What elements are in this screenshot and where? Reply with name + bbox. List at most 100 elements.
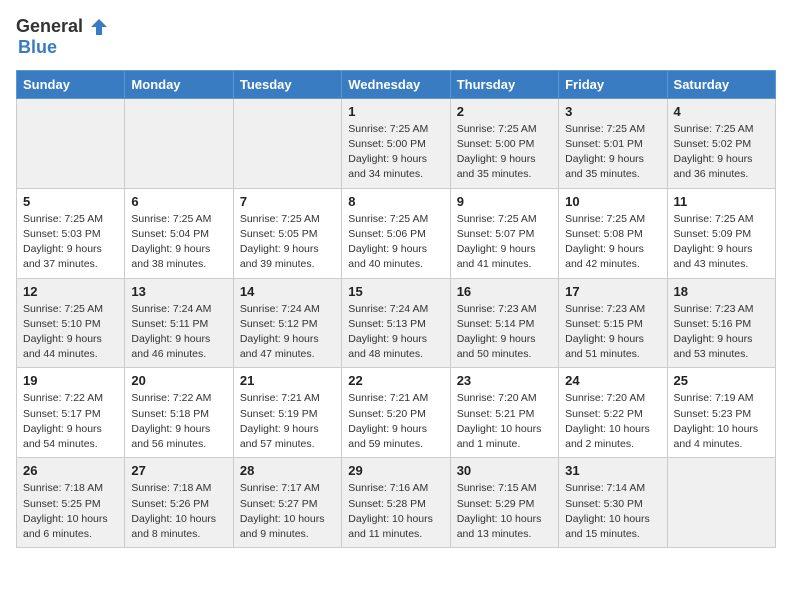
calendar-week-row: 1 Sunrise: 7:25 AM Sunset: 5:00 PM Daylig…: [17, 98, 776, 188]
day-number: 22: [348, 373, 443, 388]
day-info: Sunrise: 7:25 AM Sunset: 5:01 PM Dayligh…: [565, 122, 660, 183]
day-info: Sunrise: 7:18 AM Sunset: 5:26 PM Dayligh…: [131, 481, 226, 542]
day-info: Sunrise: 7:21 AM Sunset: 5:19 PM Dayligh…: [240, 391, 335, 452]
page-header: General Blue: [16, 16, 776, 58]
day-number: 5: [23, 194, 118, 209]
day-number: 10: [565, 194, 660, 209]
day-number: 12: [23, 284, 118, 299]
calendar-cell: 1 Sunrise: 7:25 AM Sunset: 5:00 PM Daylig…: [342, 98, 450, 188]
header-thursday: Thursday: [450, 70, 558, 98]
day-info: Sunrise: 7:24 AM Sunset: 5:11 PM Dayligh…: [131, 302, 226, 363]
day-info: Sunrise: 7:25 AM Sunset: 5:10 PM Dayligh…: [23, 302, 118, 363]
day-info: Sunrise: 7:23 AM Sunset: 5:14 PM Dayligh…: [457, 302, 552, 363]
calendar-cell: 17Sunrise: 7:23 AM Sunset: 5:15 PM Dayli…: [559, 278, 667, 368]
day-info: Sunrise: 7:20 AM Sunset: 5:21 PM Dayligh…: [457, 391, 552, 452]
calendar-cell: 21 Sunrise: 7:21 AM Sunset: 5:19 PM Dayli…: [233, 368, 341, 458]
logo-general: General: [16, 17, 83, 37]
day-number: 3: [565, 104, 660, 119]
day-info: Sunrise: 7:19 AM Sunset: 5:23 PM Dayligh…: [674, 391, 769, 452]
day-info: Sunrise: 7:23 AM Sunset: 5:16 PM Dayligh…: [674, 302, 769, 363]
calendar-week-row: 26Sunrise: 7:18 AM Sunset: 5:25 PM Dayli…: [17, 458, 776, 548]
calendar-cell: 22 Sunrise: 7:21 AM Sunset: 5:20 PM Dayli…: [342, 368, 450, 458]
calendar-cell: 10Sunrise: 7:25 AM Sunset: 5:08 PM Dayli…: [559, 188, 667, 278]
calendar-cell: 30 Sunrise: 7:15 AM Sunset: 5:29 PM Dayli…: [450, 458, 558, 548]
day-info: Sunrise: 7:25 AM Sunset: 5:02 PM Dayligh…: [674, 122, 769, 183]
calendar-cell: 15 Sunrise: 7:24 AM Sunset: 5:13 PM Dayli…: [342, 278, 450, 368]
day-info: Sunrise: 7:25 AM Sunset: 5:03 PM Dayligh…: [23, 212, 118, 273]
day-info: Sunrise: 7:17 AM Sunset: 5:27 PM Dayligh…: [240, 481, 335, 542]
day-info: Sunrise: 7:25 AM Sunset: 5:07 PM Dayligh…: [457, 212, 552, 273]
day-number: 9: [457, 194, 552, 209]
calendar-cell: 12 Sunrise: 7:25 AM Sunset: 5:10 PM Dayli…: [17, 278, 125, 368]
day-number: 27: [131, 463, 226, 478]
day-number: 15: [348, 284, 443, 299]
calendar-header-row: SundayMondayTuesdayWednesdayThursdayFrid…: [17, 70, 776, 98]
calendar-cell: 11Sunrise: 7:25 AM Sunset: 5:09 PM Dayli…: [667, 188, 775, 278]
day-info: Sunrise: 7:25 AM Sunset: 5:00 PM Dayligh…: [457, 122, 552, 183]
day-number: 18: [674, 284, 769, 299]
calendar-cell: 25 Sunrise: 7:19 AM Sunset: 5:23 PM Dayli…: [667, 368, 775, 458]
calendar-cell: [125, 98, 233, 188]
calendar-cell: 31Sunrise: 7:14 AM Sunset: 5:30 PM Dayli…: [559, 458, 667, 548]
day-number: 13: [131, 284, 226, 299]
day-number: 20: [131, 373, 226, 388]
calendar-cell: 20Sunrise: 7:22 AM Sunset: 5:18 PM Dayli…: [125, 368, 233, 458]
calendar-table: SundayMondayTuesdayWednesdayThursdayFrid…: [16, 70, 776, 548]
calendar-cell: [17, 98, 125, 188]
calendar-cell: 23 Sunrise: 7:20 AM Sunset: 5:21 PM Dayli…: [450, 368, 558, 458]
calendar-cell: 26Sunrise: 7:18 AM Sunset: 5:25 PM Dayli…: [17, 458, 125, 548]
day-info: Sunrise: 7:24 AM Sunset: 5:13 PM Dayligh…: [348, 302, 443, 363]
calendar-week-row: 12 Sunrise: 7:25 AM Sunset: 5:10 PM Dayli…: [17, 278, 776, 368]
logo-bird-icon: [85, 16, 107, 38]
day-number: 24: [565, 373, 660, 388]
day-info: Sunrise: 7:23 AM Sunset: 5:15 PM Dayligh…: [565, 302, 660, 363]
day-info: Sunrise: 7:24 AM Sunset: 5:12 PM Dayligh…: [240, 302, 335, 363]
day-number: 16: [457, 284, 552, 299]
day-number: 14: [240, 284, 335, 299]
day-info: Sunrise: 7:22 AM Sunset: 5:17 PM Dayligh…: [23, 391, 118, 452]
calendar-week-row: 19 Sunrise: 7:22 AM Sunset: 5:17 PM Dayli…: [17, 368, 776, 458]
day-info: Sunrise: 7:25 AM Sunset: 5:04 PM Dayligh…: [131, 212, 226, 273]
logo-container: General Blue: [16, 16, 107, 58]
day-number: 23: [457, 373, 552, 388]
day-info: Sunrise: 7:15 AM Sunset: 5:29 PM Dayligh…: [457, 481, 552, 542]
day-info: Sunrise: 7:20 AM Sunset: 5:22 PM Dayligh…: [565, 391, 660, 452]
day-info: Sunrise: 7:25 AM Sunset: 5:06 PM Dayligh…: [348, 212, 443, 273]
day-number: 30: [457, 463, 552, 478]
calendar-cell: [667, 458, 775, 548]
day-info: Sunrise: 7:16 AM Sunset: 5:28 PM Dayligh…: [348, 481, 443, 542]
header-sunday: Sunday: [17, 70, 125, 98]
calendar-cell: 2 Sunrise: 7:25 AM Sunset: 5:00 PM Daylig…: [450, 98, 558, 188]
header-saturday: Saturday: [667, 70, 775, 98]
day-number: 2: [457, 104, 552, 119]
calendar-cell: 3 Sunrise: 7:25 AM Sunset: 5:01 PM Daylig…: [559, 98, 667, 188]
logo-blue: Blue: [18, 38, 57, 58]
header-monday: Monday: [125, 70, 233, 98]
day-number: 8: [348, 194, 443, 209]
calendar-cell: 13 Sunrise: 7:24 AM Sunset: 5:11 PM Dayli…: [125, 278, 233, 368]
day-number: 7: [240, 194, 335, 209]
day-info: Sunrise: 7:25 AM Sunset: 5:05 PM Dayligh…: [240, 212, 335, 273]
header-wednesday: Wednesday: [342, 70, 450, 98]
calendar-cell: 5 Sunrise: 7:25 AM Sunset: 5:03 PM Daylig…: [17, 188, 125, 278]
day-info: Sunrise: 7:18 AM Sunset: 5:25 PM Dayligh…: [23, 481, 118, 542]
calendar-cell: 6Sunrise: 7:25 AM Sunset: 5:04 PM Daylig…: [125, 188, 233, 278]
calendar-cell: 4 Sunrise: 7:25 AM Sunset: 5:02 PM Daylig…: [667, 98, 775, 188]
day-info: Sunrise: 7:21 AM Sunset: 5:20 PM Dayligh…: [348, 391, 443, 452]
header-friday: Friday: [559, 70, 667, 98]
calendar-cell: 7 Sunrise: 7:25 AM Sunset: 5:05 PM Daylig…: [233, 188, 341, 278]
logo: General Blue: [16, 16, 107, 58]
day-info: Sunrise: 7:25 AM Sunset: 5:00 PM Dayligh…: [348, 122, 443, 183]
calendar-cell: 18 Sunrise: 7:23 AM Sunset: 5:16 PM Dayli…: [667, 278, 775, 368]
day-number: 4: [674, 104, 769, 119]
calendar-cell: 24 Sunrise: 7:20 AM Sunset: 5:22 PM Dayli…: [559, 368, 667, 458]
day-number: 21: [240, 373, 335, 388]
day-number: 19: [23, 373, 118, 388]
day-number: 29: [348, 463, 443, 478]
calendar-cell: [233, 98, 341, 188]
calendar-cell: 9 Sunrise: 7:25 AM Sunset: 5:07 PM Daylig…: [450, 188, 558, 278]
day-number: 1: [348, 104, 443, 119]
day-number: 25: [674, 373, 769, 388]
calendar-cell: 8 Sunrise: 7:25 AM Sunset: 5:06 PM Daylig…: [342, 188, 450, 278]
day-number: 31: [565, 463, 660, 478]
